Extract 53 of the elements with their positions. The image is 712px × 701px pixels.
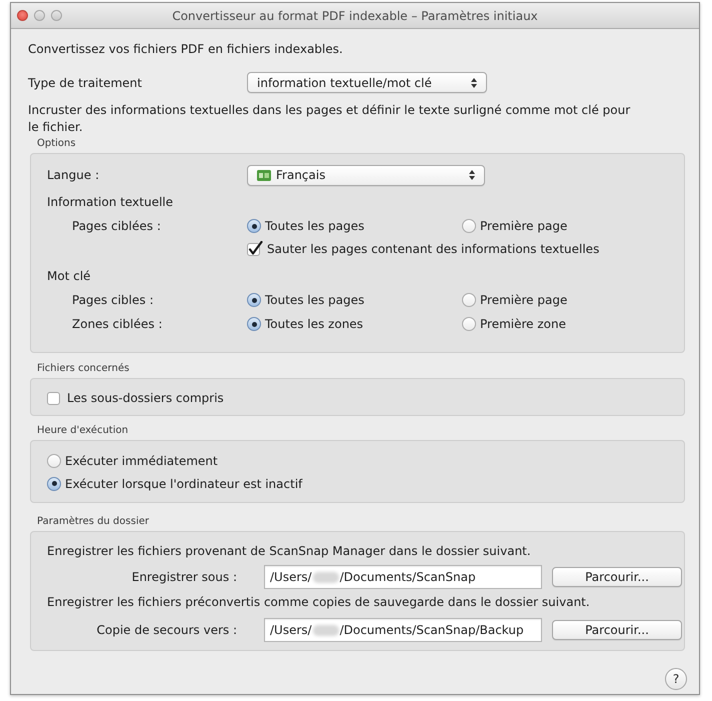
window-title: Convertisseur au format PDF indexable – Paramètres initiaux [172,8,538,22]
field-label: Pages ciblées : [72,219,161,233]
radio-label[interactable]: Toutes les pages [265,219,364,233]
intro-text: Convertissez vos fichiers PDF en fichiers indexables. [28,41,344,58]
section-heading: Mot clé [47,269,91,283]
radio-button[interactable] [247,317,261,331]
radio-label[interactable]: Exécuter lorsque l'ordinateur est inactif [65,476,302,490]
blurred-username-block [312,572,339,582]
group-title: Paramètres du dossier [37,516,149,528]
help-button[interactable]: ? [665,668,687,690]
language-dropdown[interactable]: Français [247,164,485,186]
field-label: Langue : [47,168,100,182]
flag-icon [257,170,271,180]
checkbox-label[interactable]: Sauter les pages contenant des informations textuelles [267,242,600,256]
close-button[interactable] [17,10,28,21]
browse-button[interactable]: Parcourir... [552,620,682,640]
up-down-arrows-icon [469,170,475,180]
instruction-text: Enregistrer les fichiers provenant de ScanSnap Manager dans le dossier suivant. [47,543,532,560]
radio-label[interactable]: Première zone [480,317,566,331]
field-label: Copie de secours vers : [96,623,237,637]
processing-type-dropdown[interactable]: information textuelle/mot clé [247,72,487,93]
minimize-button[interactable] [34,10,45,21]
checkbox[interactable] [247,241,263,257]
radio-button[interactable] [247,293,261,307]
field-label: Enregistrer sous : [132,570,237,584]
radio-label[interactable]: Première page [480,219,568,233]
group-title: Options [37,138,76,150]
zoom-button[interactable] [51,10,62,21]
radio-label[interactable]: Première page [480,293,568,307]
radio-button[interactable] [47,476,61,490]
field-label: Pages cibles : [72,293,154,307]
field-label: Zones ciblées : [72,317,162,331]
folder-path-field[interactable]: /Users/ /Documents/ScanSnap [264,565,542,589]
radio-label[interactable]: Toutes les zones [265,317,364,331]
radio-button[interactable] [462,293,476,307]
instruction-text: Enregistrer les fichiers préconvertis comme copies de sauvegarde dans le dossier suivant. [47,594,591,611]
browse-button[interactable]: Parcourir... [552,567,682,587]
blurred-username-block [312,624,339,636]
radio-button[interactable] [462,317,476,331]
folder-path-field[interactable]: /Users/ /Documents/ScanSnap/Backup [264,618,542,642]
radio-button[interactable] [462,219,476,233]
group-title: Heure d'exécution [37,425,128,437]
radio-label[interactable]: Exécuter immédiatement [65,454,218,468]
radio-label[interactable]: Toutes les pages [265,293,364,307]
section-heading: Information textuelle [47,195,173,209]
group-title: Fichiers concernés [37,363,130,375]
radio-button[interactable] [247,219,261,233]
up-down-arrows-icon [471,78,477,88]
checkbox-label[interactable]: Les sous-dossiers compris [67,390,224,404]
field-label: Type de traitement [28,76,142,90]
description-text: Incruster des informations textuelles dans les pages et définir le texte surligné comme mot clé pour le fichier. [28,102,632,136]
checkbox[interactable] [47,390,63,406]
radio-button[interactable] [47,454,61,468]
